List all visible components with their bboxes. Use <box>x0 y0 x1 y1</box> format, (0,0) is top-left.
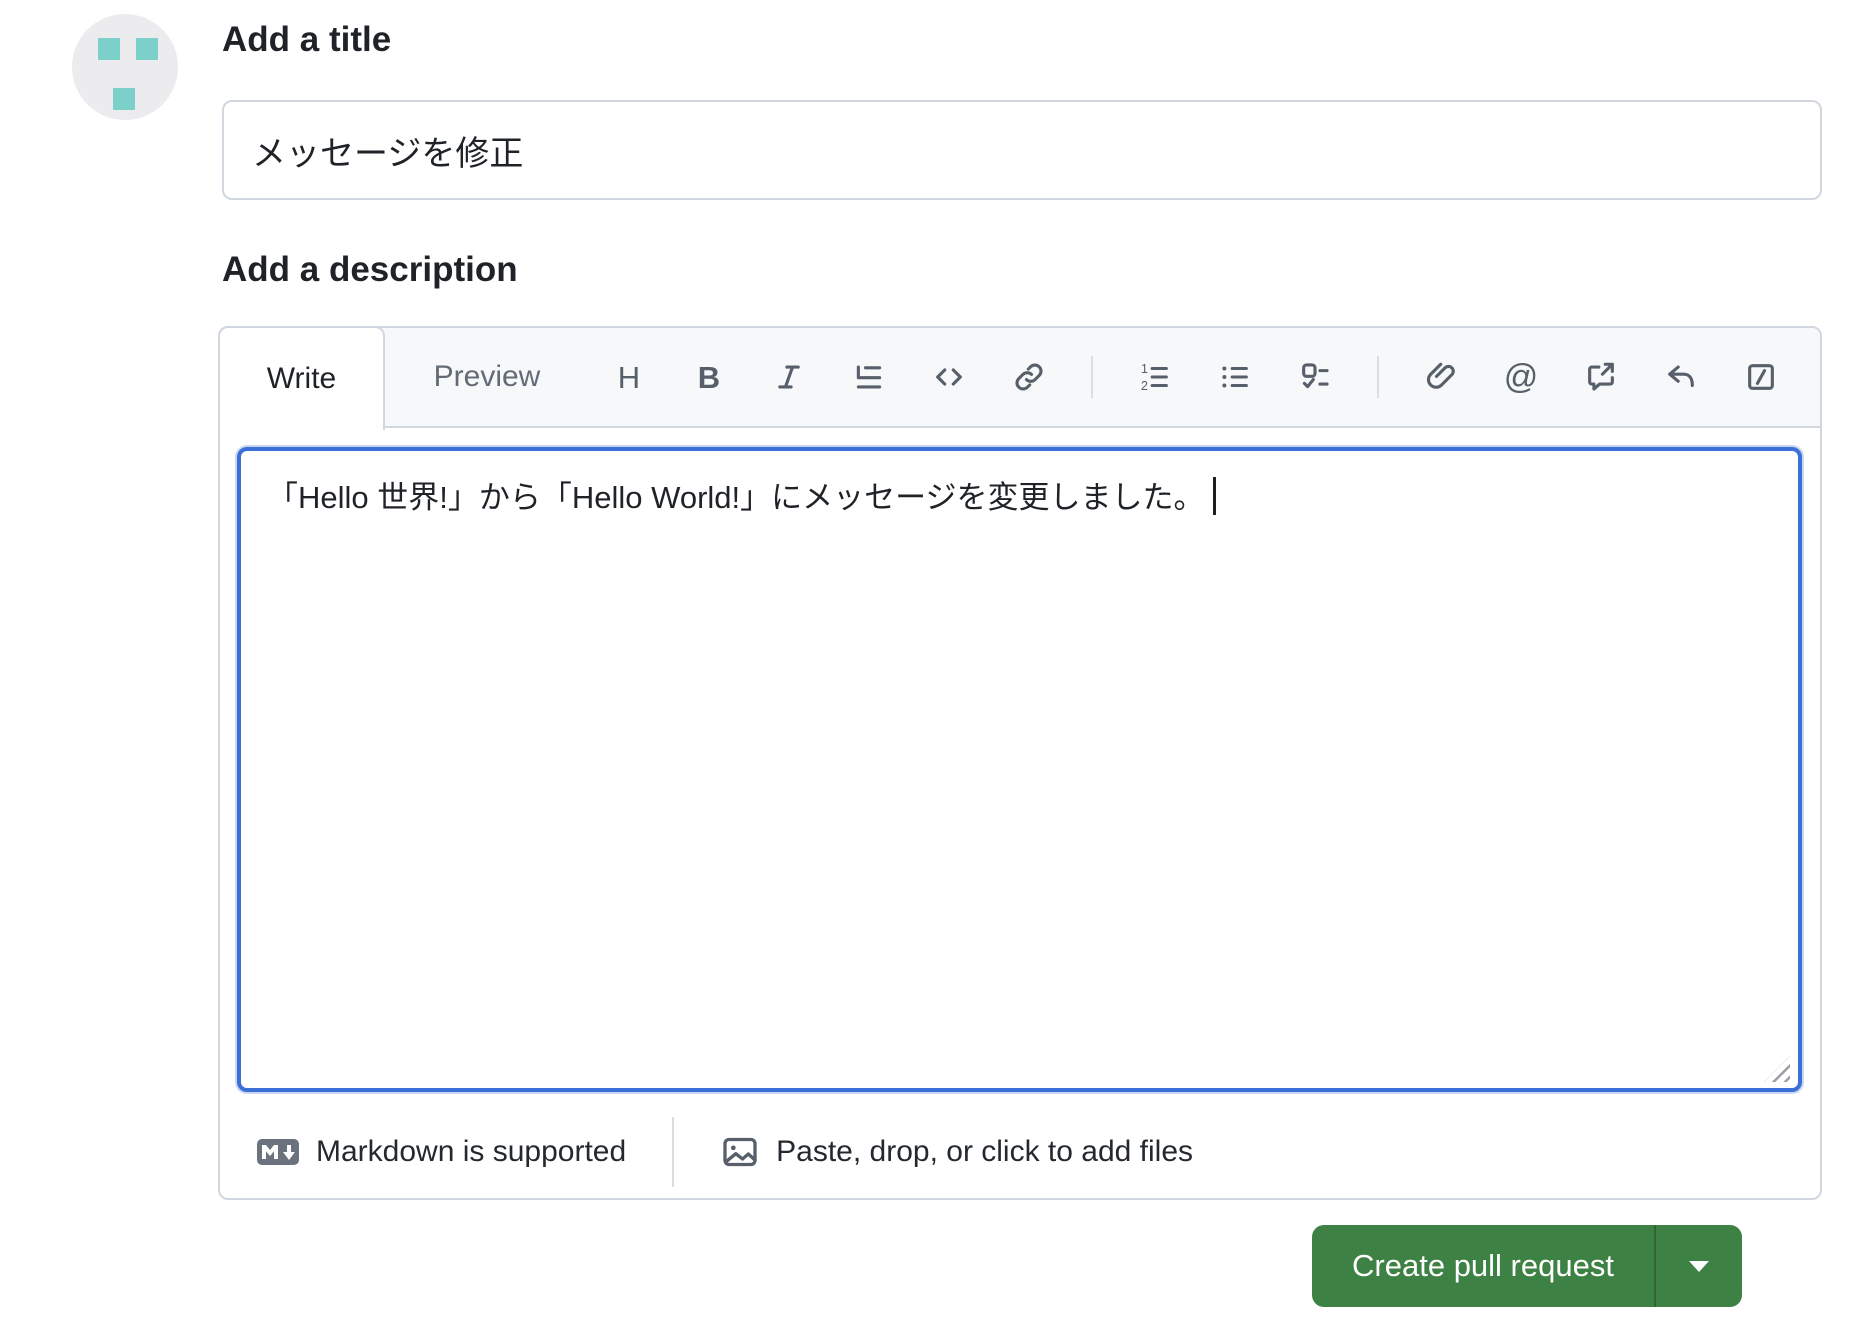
resize-handle[interactable] <box>1764 1056 1790 1082</box>
description-text: 「Hello 世界!」から「Hello World!」にメッセージを変更しました… <box>267 480 1205 515</box>
attach-file-icon[interactable] <box>1423 359 1459 395</box>
footer-separator <box>672 1117 675 1187</box>
task-list-icon[interactable] <box>1297 359 1333 395</box>
svg-text:1: 1 <box>1141 361 1148 376</box>
markdown-toolbar: H B 1 2 @ <box>611 356 1820 398</box>
quote-icon[interactable] <box>851 359 887 395</box>
attach-files-button[interactable]: Paste, drop, or click to add files <box>720 1132 1193 1172</box>
link-icon[interactable] <box>1011 359 1047 395</box>
identicon-square <box>136 38 158 60</box>
tab-write[interactable]: Write <box>218 326 385 430</box>
user-avatar <box>72 14 178 120</box>
new-pull-request-form: Add a title Add a description Write Prev… <box>0 0 1862 1330</box>
create-pull-request-label: Create pull request <box>1352 1248 1614 1283</box>
svg-text:2: 2 <box>1141 378 1148 393</box>
create-pull-request-button[interactable]: Create pull request <box>1312 1225 1654 1307</box>
toolbar-separator <box>1091 356 1093 398</box>
cross-reference-icon[interactable] <box>1583 359 1619 395</box>
add-description-label: Add a description <box>222 250 518 289</box>
markdown-supported-link[interactable]: Markdown is supported <box>256 1135 626 1169</box>
toolbar-separator <box>1377 356 1379 398</box>
add-title-label: Add a title <box>222 20 392 59</box>
italic-icon[interactable] <box>771 359 807 395</box>
code-icon[interactable] <box>931 359 967 395</box>
text-cursor <box>1212 477 1216 515</box>
slash-commands-icon[interactable] <box>1743 359 1779 395</box>
identicon-square <box>98 38 120 60</box>
tab-preview-label: Preview <box>433 360 541 393</box>
markdown-icon <box>257 1139 299 1165</box>
reply-icon[interactable] <box>1663 359 1699 395</box>
markdown-supported-label: Markdown is supported <box>316 1135 627 1168</box>
editor-footer: Markdown is supported Paste, drop, or cl… <box>220 1102 1820 1202</box>
title-input[interactable] <box>222 100 1822 200</box>
ordered-list-icon[interactable]: 1 2 <box>1137 359 1173 395</box>
heading-icon[interactable]: H <box>611 359 647 395</box>
tab-write-label: Write <box>266 362 337 395</box>
mention-icon[interactable]: @ <box>1503 359 1539 395</box>
pull-request-options-dropdown[interactable] <box>1656 1225 1742 1307</box>
chevron-down-icon <box>1689 1260 1709 1272</box>
editor-tab-strip: Write Preview H B 1 2 @ <box>218 326 1820 430</box>
tab-preview[interactable]: Preview <box>387 327 587 427</box>
description-textarea[interactable]: 「Hello 世界!」から「Hello World!」にメッセージを変更しました… <box>237 447 1802 1092</box>
create-pull-request-split-button: Create pull request <box>1312 1225 1742 1307</box>
attach-files-label: Paste, drop, or click to add files <box>776 1135 1194 1168</box>
image-icon <box>723 1137 757 1167</box>
description-editor-box: Write Preview H B 1 2 @ 「Hello 世界!」から「He… <box>218 326 1822 1200</box>
bold-icon[interactable]: B <box>691 359 727 395</box>
unordered-list-icon[interactable] <box>1217 359 1253 395</box>
identicon-square <box>113 88 135 110</box>
